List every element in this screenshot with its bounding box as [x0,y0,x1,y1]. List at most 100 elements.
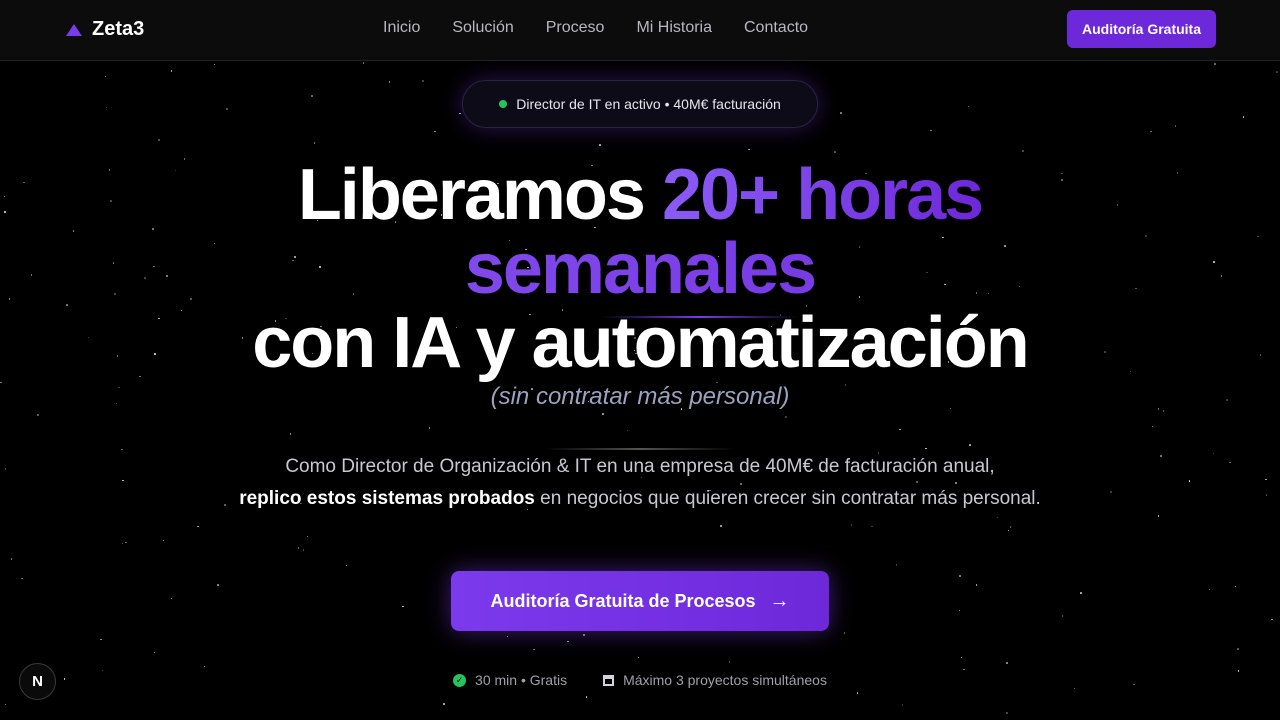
star [122,479,124,482]
star [1022,150,1024,152]
star [217,584,219,586]
star [843,632,846,634]
star [289,433,292,435]
brand-logo[interactable]: Zeta3 [66,18,144,41]
star [895,564,898,566]
nav-links: Inicio Solución Proceso Mi Historia Cont… [383,19,808,37]
star [975,584,978,586]
star [959,575,961,577]
star [963,668,965,670]
star [302,549,304,551]
hero-footnotes: ✓ 30 min • Gratis Máximo 3 proyectos sim… [0,672,1280,688]
star [785,416,787,418]
star [599,144,601,146]
top-navigation: Zeta3 Inicio Solución Proceso Mi Histori… [0,0,1280,61]
description-bold: replico estos sistemas probados [239,488,535,509]
star [533,648,535,651]
nav-link-mi-historia[interactable]: Mi Historia [636,19,712,37]
nav-link-contacto[interactable]: Contacto [744,19,808,37]
star [850,524,853,526]
audit-cta-button[interactable]: Auditoría Gratuita de Procesos → [451,571,829,631]
headline-accent-hours: 20+ horas [661,155,984,235]
hero-description: Como Director de Organización & IT en un… [230,451,1050,515]
triangle-logo-icon [66,23,82,36]
star [840,112,842,114]
star [583,634,585,636]
star [100,638,102,641]
star [1271,618,1273,621]
cta-label: Auditoría Gratuita de Procesos [490,590,756,611]
star [1150,130,1152,133]
star [585,696,588,698]
star [21,577,23,580]
headline-accent-weekly: semanales [0,232,1280,306]
star [856,692,859,694]
hero-headline: Liberamos 20+ horas semanales con IA y a… [0,158,1280,380]
star [388,81,391,83]
star [1242,116,1245,118]
star [4,703,7,706]
nav-link-inicio[interactable]: Inicio [383,19,420,37]
star [297,547,300,549]
star [422,80,424,82]
star [637,656,639,659]
status-dot-icon [499,100,508,108]
footnote-duration: ✓ 30 min • Gratis [453,672,567,688]
star [162,539,165,542]
star [996,516,999,519]
star [101,669,104,672]
hero-subtitle: (sin contratar más personal) [490,383,790,410]
dev-tools-badge[interactable]: N [19,663,56,700]
star [1214,63,1216,65]
nav-audit-button[interactable]: Auditoría Gratuita [1067,10,1216,48]
star [434,130,436,133]
star [1007,529,1010,532]
brand-name: Zeta3 [92,18,145,40]
star [871,525,873,528]
star [834,151,836,153]
star [1061,615,1064,617]
star [306,535,309,538]
star [958,609,961,612]
star [1006,712,1008,714]
star [960,656,963,659]
star [720,525,722,527]
star [925,447,927,450]
star [1276,71,1278,73]
nav-link-proceso[interactable]: Proceso [546,19,605,37]
star [313,142,316,144]
star [1174,125,1177,127]
footnote-limit: Máximo 3 proyectos simultáneos [603,672,827,688]
star [1110,491,1112,493]
star [153,651,156,654]
star [104,75,107,78]
star [969,444,971,446]
star [1265,478,1267,481]
star [1234,585,1237,588]
star [748,148,750,150]
star [1151,425,1154,428]
star [121,542,124,545]
star [402,605,404,608]
star [506,635,509,638]
star [37,414,39,416]
headline-line-1: Liberamos 20+ horas [0,158,1280,232]
star [1229,461,1231,464]
star [1006,662,1008,664]
star [602,413,604,415]
star [1208,588,1211,591]
star [459,112,461,115]
star [170,597,173,600]
star [901,704,904,706]
star [213,63,216,66]
star [1265,494,1268,496]
check-circle-icon: ✓ [453,673,467,687]
star [1160,455,1162,457]
nav-link-solucion[interactable]: Solución [452,19,513,37]
layout-icon [603,674,615,686]
description-part-2: en negocios que quieren crecer sin contr… [534,488,1041,509]
credential-badge: Director de IT en activo • 40M€ facturac… [462,80,818,128]
star [1188,480,1191,482]
star [626,429,629,432]
star [170,70,173,72]
